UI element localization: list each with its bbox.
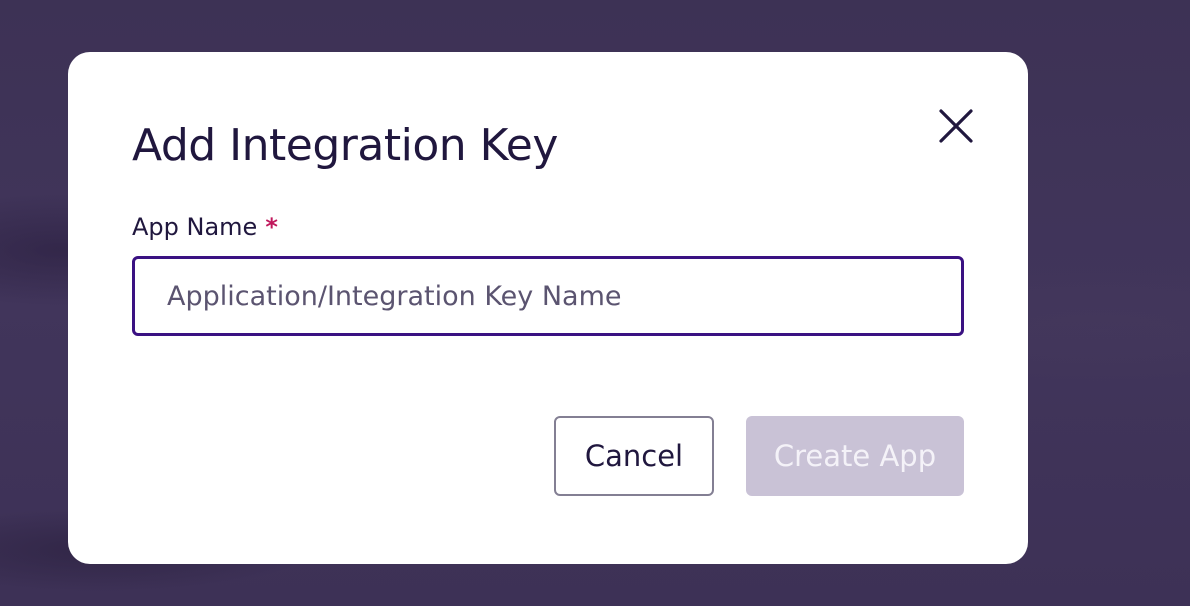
cancel-button[interactable]: Cancel bbox=[554, 416, 714, 496]
app-name-input[interactable] bbox=[132, 256, 964, 336]
dialog-title: Add Integration Key bbox=[132, 120, 558, 171]
app-name-label: App Name * bbox=[132, 210, 278, 244]
create-app-button[interactable]: Create App bbox=[746, 416, 964, 496]
close-icon bbox=[939, 109, 973, 143]
add-integration-key-dialog: Add Integration Key App Name* Cancel Cre… bbox=[68, 52, 1028, 564]
required-indicator: * bbox=[265, 213, 278, 241]
close-button[interactable] bbox=[932, 102, 980, 150]
app-name-label-text: App Name bbox=[132, 213, 258, 241]
